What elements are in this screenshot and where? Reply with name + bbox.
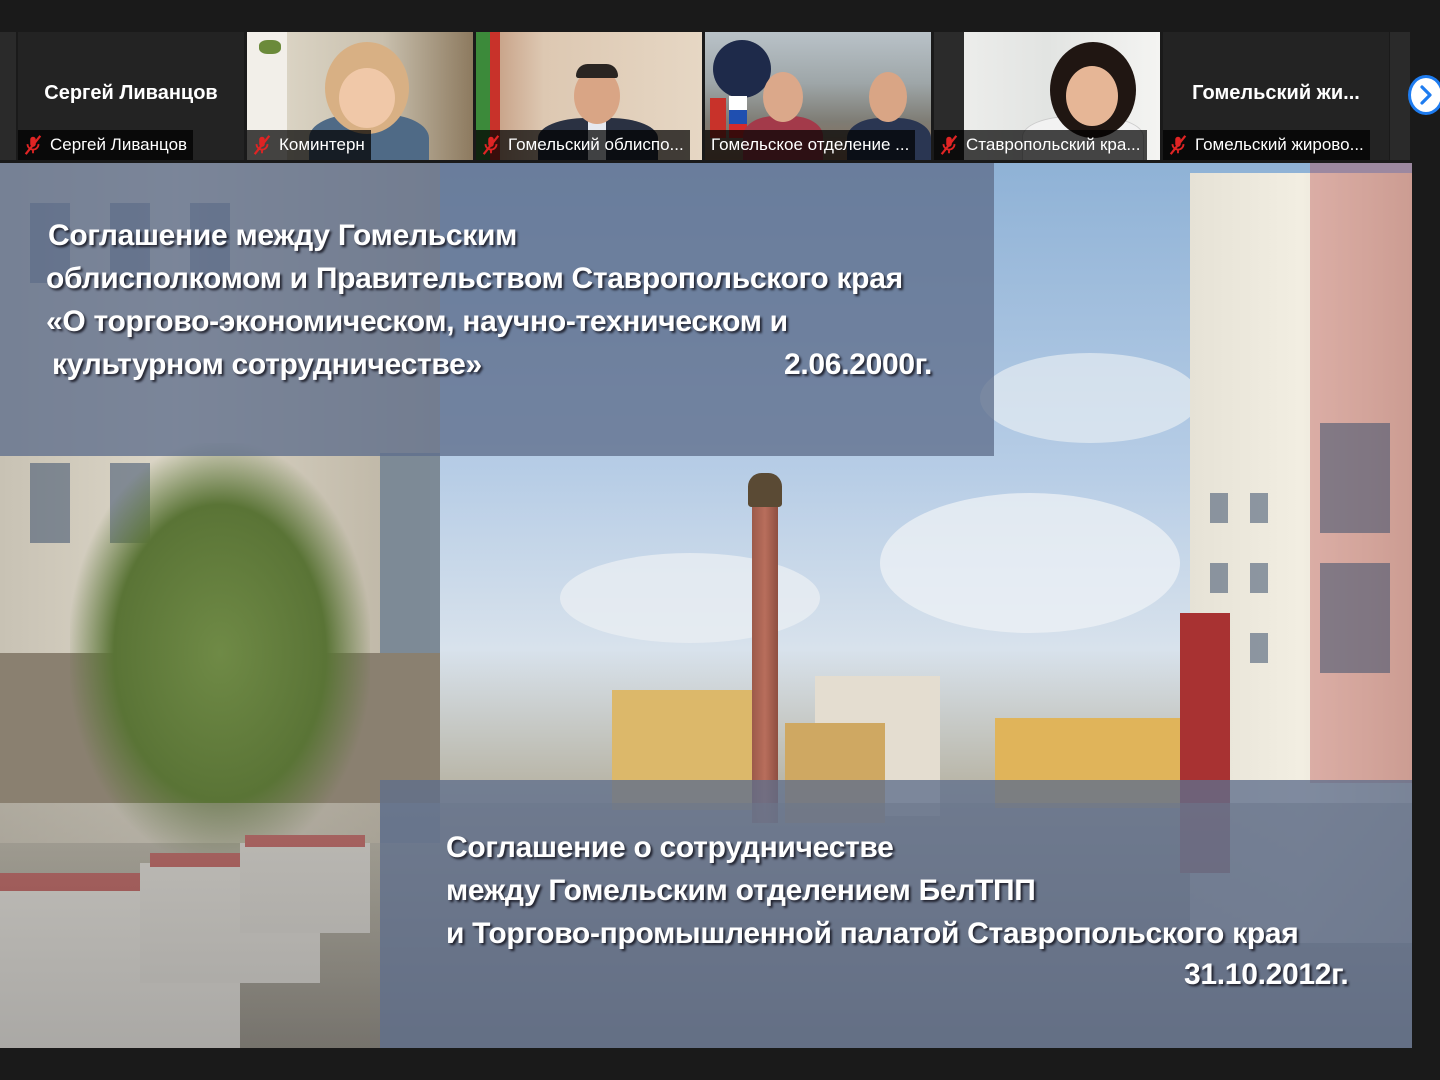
participant-tile-2[interactable]: Коминтерн (247, 32, 473, 160)
mic-muted-icon (253, 135, 271, 155)
participant-name: Коминтерн (279, 135, 365, 154)
participant-tile-3[interactable]: Гомельский облиспо... (476, 32, 702, 160)
participant-name: Гомельское отделение ... (711, 135, 910, 154)
participant-strip: Сергей Ливанцов Сергей Ливанцов Коминтер… (0, 0, 1440, 163)
mic-muted-icon (1169, 135, 1187, 155)
participant-name-label: Коминтерн (247, 130, 371, 160)
participant-display-name: Сергей Ливанцов (44, 82, 218, 104)
participant-name: Сергей Ливанцов (50, 135, 188, 154)
participant-name-label: Ставропольский кра... (934, 130, 1147, 160)
participant-tile-4[interactable]: Гомельское отделение ... (705, 32, 931, 160)
agreement-2-line-2: между Гомельским отделением БелТПП (446, 874, 1036, 907)
participant-display-name: Гомельский жи... (1192, 82, 1360, 104)
agreement-1-line-1: Соглашение между Гомельским (48, 219, 517, 252)
agreement-box-2 (380, 780, 1412, 1048)
participant-name-label: Гомельский облиспо... (476, 130, 690, 160)
shared-screen-slide: Соглашение между Гомельским облисполкомо… (0, 163, 1412, 1048)
participant-tile-6[interactable]: Гомельский жи... Гомельский жирово... (1163, 32, 1389, 160)
agreement-1-date: 2.06.2000г. (784, 348, 932, 381)
logo-emblem (713, 40, 771, 98)
agreement-1-line-4: культурном сотрудничестве» (52, 348, 482, 381)
participant-name-label: Сергей Ливанцов (18, 130, 194, 160)
agreement-1-line-3: «О торгово-экономическом, научно-техниче… (46, 305, 788, 338)
participant-name: Гомельский жирово... (1195, 135, 1364, 154)
bottom-margin (0, 1048, 1440, 1080)
agreement-1-line-2: облисполкомом и Правительством Ставропол… (46, 262, 903, 295)
participant-tile-1[interactable]: Сергей Ливанцов Сергей Ливанцов (18, 32, 244, 160)
participant-name: Ставропольский кра... (966, 135, 1141, 154)
right-margin (1412, 163, 1440, 1048)
agreement-2-line-1: Соглашение о сотрудничестве (446, 831, 894, 864)
agreement-2-line-3: и Торгово-промышленной палатой Ставропол… (446, 917, 1299, 950)
participant-name-label: Гомельское отделение ... (705, 130, 916, 160)
mic-muted-icon (940, 135, 958, 155)
mic-muted-icon (482, 135, 500, 155)
agreement-2-date: 31.10.2012г. (1184, 958, 1349, 991)
strip-right-edge (1390, 32, 1410, 160)
next-page-button[interactable] (1408, 75, 1440, 115)
participant-name: Гомельский облиспо... (508, 135, 684, 154)
strip-left-edge (0, 32, 16, 160)
participant-name-label: Гомельский жирово... (1163, 130, 1370, 160)
participant-tile-5[interactable]: Ставропольский кра... (934, 32, 1160, 160)
chevron-right-icon (1420, 85, 1432, 105)
mic-muted-icon (24, 135, 42, 155)
monument-column (752, 503, 778, 823)
